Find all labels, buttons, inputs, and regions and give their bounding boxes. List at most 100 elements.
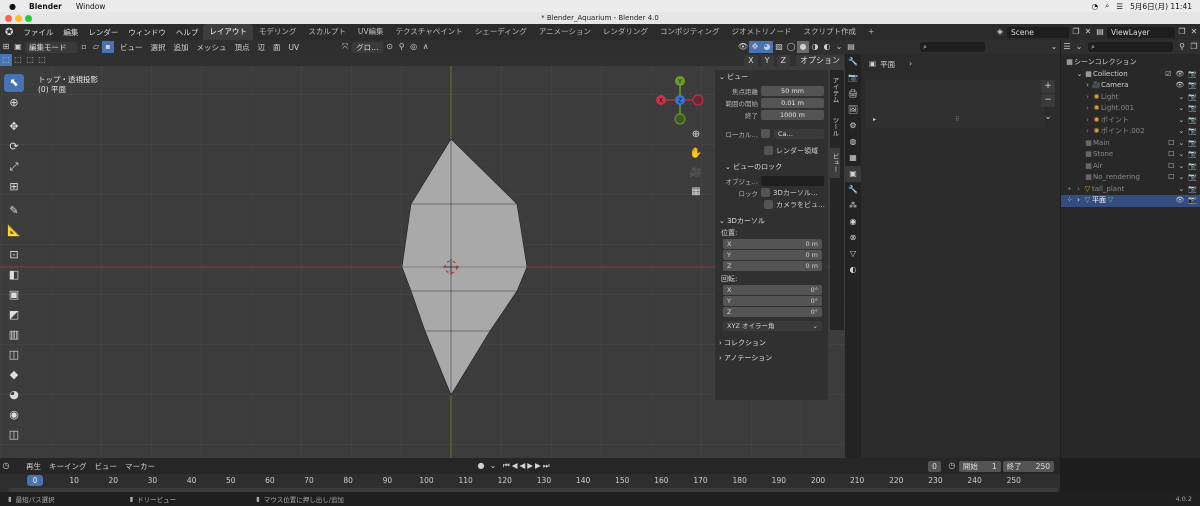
view-lock-header[interactable]: ⌄ ビューのロック [715,160,828,174]
render-region-checkbox[interactable] [764,146,773,155]
xray-icon[interactable]: ▨ [773,41,785,53]
tool-props-icon[interactable]: 🔧 [845,54,861,70]
tab-texture-paint[interactable]: テクスチャペイント [390,24,469,40]
timeline-editor-icon[interactable]: ◷ [0,460,12,472]
view-section-header[interactable]: ⌄ ビュー [715,70,828,84]
rendered-shading-icon[interactable]: ◐ [821,41,833,53]
clock[interactable]: 5月6日(月) 11:41 [1130,1,1192,12]
window-menu[interactable]: Window [69,2,113,11]
properties-search-input[interactable]: ⌕ [920,42,985,52]
select-extend-icon[interactable]: ⬚ [12,54,24,66]
cursor-tool-icon[interactable]: ⊕ [4,94,24,112]
scene-collection-row[interactable]: ▦ シーンコレクション [1061,57,1200,69]
edge-slide-tool-icon[interactable]: ◫ [4,426,24,444]
cursor-rotation-z[interactable]: Z 0° [723,307,822,317]
mirror-x-toggle[interactable]: X [744,54,758,66]
smooth-tool-icon[interactable]: ◉ [4,406,24,424]
new-viewlayer-icon[interactable]: ❐ [1176,26,1188,38]
annotate-tool-icon[interactable]: ✎ [4,202,24,220]
keying-set-icon[interactable]: ⌄ [487,460,499,472]
tab-view[interactable]: ビュー [830,148,840,178]
menu-keying[interactable]: キーイング [49,461,87,472]
menu-vertex[interactable]: 頂点 [235,42,250,53]
outliner-row-main[interactable]: ▦ Main ☐ ⌄ 📷 [1061,138,1200,150]
snap-icon[interactable]: ⚲ [396,41,408,53]
apple-icon[interactable]: ● [0,2,22,11]
tab-compositing[interactable]: コンポジティング [654,24,726,40]
new-scene-icon[interactable]: ❐ [1070,26,1082,38]
current-frame-field[interactable]: 0 [928,460,941,472]
cursor-location-x[interactable]: X0 m [723,239,822,249]
menu-uv[interactable]: UV [289,43,300,52]
vertex-select-icon[interactable]: ▫ [78,41,90,53]
preview-range-icon[interactable]: ◷ [946,460,958,472]
outliner-row-camera[interactable]: › 🎥 Camera 👁 📷 [1061,80,1200,92]
menu-timeline-view[interactable]: ビュー [95,461,118,472]
add-cube-tool-icon[interactable]: ⊡ [4,246,24,264]
face-select-icon[interactable]: ▪ [102,41,114,53]
modifier-props-icon[interactable]: 🔧 [845,182,861,198]
expand-arrow-icon[interactable]: ▸ [873,116,876,123]
outliner-search-input[interactable]: ⌕ [1088,42,1173,52]
menu-view[interactable]: ビュー [120,42,143,53]
menu-edit[interactable]: 編集 [58,27,83,38]
add-workspace-button[interactable]: + [862,24,880,40]
delete-scene-icon[interactable]: ✕ [1082,26,1094,38]
local-camera-checkbox[interactable] [761,129,770,138]
camera-view-icon[interactable]: 🎥 [689,163,703,182]
outliner-row-point-002[interactable]: › ✺ ポイント.002 ⌄ 📷 [1061,126,1200,138]
proportional-edit-icon[interactable]: ◎ [408,41,420,53]
end-frame-field[interactable]: 終了 250 [1002,460,1054,472]
tab-item[interactable]: アイテム [830,70,840,106]
tab-sculpt[interactable]: スカルプト [302,24,352,40]
tab-geometry-nodes[interactable]: ジオメトリノード [725,24,797,40]
blender-logo-icon[interactable]: ✪ [0,27,18,38]
view-layer-props-icon[interactable]: 🖼 [845,102,861,118]
tab-rendering[interactable]: レンダリング [597,24,654,40]
inset-tool-icon[interactable]: ▣ [4,286,24,304]
select-invert-icon[interactable]: ⬚ [36,54,48,66]
add-item-icon[interactable]: + [1041,80,1055,93]
wireframe-shading-icon[interactable]: ◯ [785,41,797,53]
scene-selector[interactable]: Scene [1007,26,1069,38]
falloff-icon[interactable]: ∧ [420,41,432,53]
object-props-icon[interactable]: ▣ [845,166,861,182]
edge-select-icon[interactable]: ▱ [90,41,102,53]
frame-ruler[interactable]: 0 10 20 30 40 50 60 70 80 90 100 110 120 130 140 150 160… [0,474,1060,488]
focal-length-field[interactable]: 50 mm [761,85,824,96]
tab-animation[interactable]: アニメーション [533,24,597,40]
viewlayer-selector[interactable]: ViewLayer [1107,26,1175,38]
cursor-rotation-y[interactable]: Y 0° [723,296,822,306]
rotate-tool-icon[interactable]: ⟳ [4,138,24,156]
local-camera-field[interactable]: Ca… [774,128,824,139]
options-dropdown[interactable]: オプション [796,54,844,66]
display-mode-icon[interactable]: ⌄ [1073,41,1085,53]
delete-viewlayer-icon[interactable]: ✕ [1188,26,1200,38]
constraints-props-icon[interactable]: ⊗ [845,230,861,246]
visibility-icon[interactable]: 👁 [737,41,749,53]
panel-drag-handle-icon[interactable]: ⠿ [955,116,959,123]
particles-props-icon[interactable]: ⁂ [845,198,861,214]
outliner-row-no-rendering[interactable]: ▦ No_rendering ☐ ⌄ 📷 [1061,172,1200,184]
cursor-location-y[interactable]: Y0 m [723,250,822,260]
material-shading-icon[interactable]: ◑ [809,41,821,53]
data-props-icon[interactable]: ▽ [845,246,861,262]
measure-tool-icon[interactable]: 📐 [4,222,24,240]
filter-icon[interactable]: ⚲ [1176,41,1188,53]
pivot-icon[interactable]: ⊙ [384,41,396,53]
select-subtract-icon[interactable]: ⬚ [24,54,36,66]
clip-end-field[interactable]: 1000 m [761,109,824,120]
scene-props-icon[interactable]: ⚙ [845,118,861,134]
render-props-icon[interactable]: 📷 [845,70,861,86]
menu-render[interactable]: レンダー [83,27,123,38]
perspective-toggle-icon[interactable]: ▦ [689,182,703,201]
scale-tool-icon[interactable]: ⤢ [4,158,24,176]
lock-object-field[interactable] [761,175,824,186]
mode-selector[interactable]: 編集モード [25,41,77,53]
outliner-row-stone[interactable]: ▦ Stone ☐ ⌄ 📷 [1061,149,1200,161]
specials-dropdown-icon[interactable]: ⌄ [1041,111,1055,124]
shading-options-icon[interactable]: ⌄ [833,41,845,53]
properties-editor-icon[interactable]: ▤ [845,41,857,53]
menu-file[interactable]: ファイル [18,27,58,38]
3d-cursor-header[interactable]: ⌄ 3Dカーソル [715,214,828,228]
